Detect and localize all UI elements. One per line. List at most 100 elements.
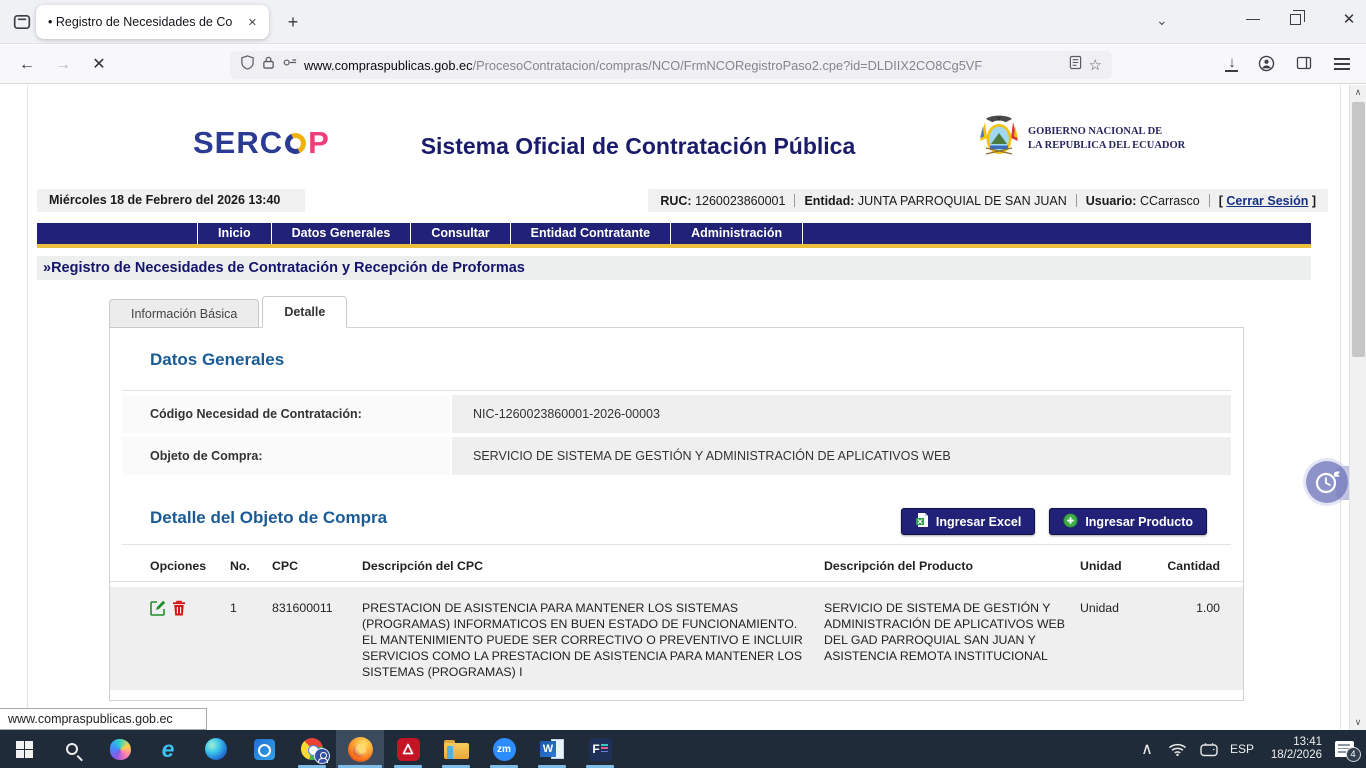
datos-generales-heading: Datos Generales bbox=[150, 350, 284, 370]
sercop-logo: SERC P bbox=[193, 125, 330, 161]
table-row: 1 831600011 PRESTACION DE ASISTENCIA PAR… bbox=[110, 587, 1243, 690]
forward-button[interactable]: → bbox=[50, 53, 76, 77]
ruc-value: 1260023860001 bbox=[695, 194, 785, 208]
nav-item-datos-generales[interactable]: Datos Generales bbox=[271, 223, 411, 244]
sercop-logo-text-right: P bbox=[308, 125, 330, 161]
tab-detalle[interactable]: Detalle bbox=[262, 296, 347, 328]
ingresar-producto-label: Ingresar Producto bbox=[1085, 515, 1193, 529]
taskbar-search-button[interactable] bbox=[48, 730, 96, 768]
page-scrollbar[interactable]: ∧ ∨ bbox=[1349, 85, 1366, 730]
cast-device-icon[interactable] bbox=[1194, 730, 1224, 768]
start-button[interactable] bbox=[0, 730, 48, 768]
entity-value: JUNTA PARROQUIAL DE SAN JUAN bbox=[858, 194, 1067, 208]
entity-label: Entidad: bbox=[804, 194, 854, 208]
government-text: GOBIERNO NACIONAL DE LA REPUBLICA DEL EC… bbox=[1028, 125, 1185, 152]
tab-informacion-basica[interactable]: Información Básica bbox=[109, 299, 259, 328]
nav-item-inicio[interactable]: Inicio bbox=[197, 223, 271, 244]
gov-line-1: GOBIERNO NACIONAL DE bbox=[1028, 126, 1162, 137]
acrobat-icon bbox=[397, 738, 420, 761]
edit-icon[interactable] bbox=[150, 600, 166, 620]
nav-item-administracion[interactable]: Administración bbox=[670, 223, 803, 244]
scroll-up-icon[interactable]: ∧ bbox=[1350, 87, 1366, 98]
reader-view-icon[interactable] bbox=[1069, 55, 1082, 75]
word-icon: W bbox=[540, 738, 564, 760]
tray-chevron-icon[interactable]: ∧ bbox=[1134, 730, 1160, 768]
objeto-compra-row: Objeto de Compra: SERVICIO DE SISTEMA DE… bbox=[122, 437, 1231, 475]
taskbar-acrobat-button[interactable] bbox=[384, 730, 432, 768]
nav-item-consultar[interactable]: Consultar bbox=[410, 223, 509, 244]
table-header-row: Opciones No. CPC Descripción del CPC Des… bbox=[110, 551, 1243, 582]
bookmark-star-icon[interactable]: ☆ bbox=[1089, 56, 1102, 74]
taskbar-copilot-button[interactable] bbox=[96, 730, 144, 768]
nav-item-entidad-contratante[interactable]: Entidad Contratante bbox=[510, 223, 670, 244]
firefox-view-icon[interactable] bbox=[10, 11, 34, 33]
taskbar-outlook-button[interactable] bbox=[240, 730, 288, 768]
cell-cantidad: 1.00 bbox=[1148, 600, 1220, 690]
url-domain: www.compraspublicas.gob.ec bbox=[304, 58, 473, 73]
detalle-objeto-heading: Detalle del Objeto de Compra bbox=[150, 508, 387, 528]
shield-icon[interactable] bbox=[240, 55, 255, 75]
window-close-button[interactable]: ✕ bbox=[1334, 10, 1364, 28]
taskbar-chrome-button[interactable] bbox=[288, 730, 336, 768]
back-button[interactable]: ← bbox=[14, 53, 40, 77]
logout-link[interactable]: Cerrar Sesión bbox=[1226, 194, 1308, 208]
windows-logo-icon bbox=[16, 741, 33, 758]
notification-center-button[interactable]: 4 bbox=[1326, 730, 1362, 768]
cell-descripcion-producto: SERVICIO DE SISTEMA DE GESTIÓN Y ADMINIS… bbox=[824, 600, 1080, 690]
codigo-necesidad-row: Código Necesidad de Contratación: NIC-12… bbox=[122, 395, 1231, 433]
taskbar-ie-button[interactable]: e bbox=[144, 730, 192, 768]
new-tab-button[interactable]: + bbox=[280, 10, 306, 36]
scrollbar-thumb[interactable] bbox=[1352, 102, 1365, 357]
zoom-icon: zm bbox=[493, 738, 516, 761]
taskbar-edge-button[interactable] bbox=[192, 730, 240, 768]
sercop-logo-text-left: SERC bbox=[193, 125, 283, 161]
tab-title: • Registro de Necesidades de Co bbox=[48, 15, 244, 29]
scroll-down-icon[interactable]: ∨ bbox=[1350, 717, 1366, 728]
delete-icon[interactable] bbox=[172, 600, 186, 620]
list-tabs-chevron-icon[interactable]: ⌄ bbox=[1156, 12, 1168, 29]
address-bar[interactable]: www.compraspublicas.gob.ec/ProcesoContra… bbox=[230, 51, 1112, 79]
chrome-profile-badge-icon bbox=[314, 748, 330, 764]
sidebar-icon[interactable] bbox=[1296, 55, 1312, 76]
notification-count-badge: 4 bbox=[1346, 747, 1361, 762]
taskbar-fes-button[interactable]: F bbox=[576, 730, 624, 768]
government-logo: GOBIERNO NACIONAL DE LA REPUBLICA DEL EC… bbox=[978, 113, 1185, 164]
taskbar-word-button[interactable]: W bbox=[528, 730, 576, 768]
logout-bracket-open: [ bbox=[1219, 194, 1223, 208]
language-indicator[interactable]: ESP bbox=[1224, 730, 1260, 768]
menu-hamburger-icon[interactable] bbox=[1334, 58, 1350, 73]
taskbar-clock[interactable]: 13:41 18/2/2026 bbox=[1258, 730, 1322, 768]
window-minimize-button[interactable]: — bbox=[1238, 10, 1268, 26]
ingresar-producto-button[interactable]: Ingresar Producto bbox=[1049, 508, 1207, 535]
header-cantidad: Cantidad bbox=[1148, 551, 1220, 581]
timer-extension-icon[interactable] bbox=[1306, 461, 1348, 503]
taskbar-explorer-button[interactable] bbox=[432, 730, 480, 768]
window-restore-button[interactable] bbox=[1290, 14, 1301, 25]
logout-bracket-close: ] bbox=[1312, 194, 1316, 208]
downloads-icon[interactable]: ↓ bbox=[1222, 54, 1242, 71]
account-icon[interactable] bbox=[1258, 55, 1275, 77]
header-unidad: Unidad bbox=[1080, 551, 1148, 581]
url-text: www.compraspublicas.gob.ec/ProcesoContra… bbox=[304, 58, 1062, 73]
wifi-icon[interactable] bbox=[1162, 730, 1192, 768]
browser-url-bar: ← → ✕ www.compraspublicas.gob.ec/Proceso… bbox=[0, 45, 1366, 84]
taskbar-firefox-button[interactable] bbox=[336, 730, 384, 768]
lock-icon[interactable] bbox=[262, 55, 275, 75]
ingresar-excel-label: Ingresar Excel bbox=[936, 515, 1021, 529]
windows-taskbar: e zm W F ∧ ESP 13:41 18/2/2026 bbox=[0, 730, 1366, 768]
browser-tab-bar: • Registro de Necesidades de Co ✕ + ⌄ — … bbox=[0, 0, 1366, 44]
objeto-compra-label: Objeto de Compra: bbox=[122, 437, 450, 475]
tab-close-icon[interactable]: ✕ bbox=[244, 14, 261, 31]
outlook-icon bbox=[254, 739, 275, 760]
session-bar: RUC: 1260023860001 Entidad: JUNTA PARROQ… bbox=[648, 189, 1328, 212]
ingresar-excel-button[interactable]: Ingresar Excel bbox=[901, 508, 1035, 535]
browser-tab[interactable]: • Registro de Necesidades de Co ✕ bbox=[36, 5, 269, 39]
datetime-bar: Miércoles 18 de Febrero del 2026 13:40 bbox=[37, 189, 305, 212]
header-no: No. bbox=[230, 551, 272, 581]
cell-descripcion-cpc: PRESTACION DE ASISTENCIA PARA MANTENER L… bbox=[362, 600, 824, 690]
tray-date: 18/2/2026 bbox=[1271, 749, 1322, 762]
taskbar-zoom-button[interactable]: zm bbox=[480, 730, 528, 768]
breadcrumb-title: »Registro de Necesidades de Contratación… bbox=[37, 256, 1311, 280]
permissions-icon[interactable] bbox=[282, 55, 297, 75]
stop-button[interactable]: ✕ bbox=[86, 53, 112, 77]
